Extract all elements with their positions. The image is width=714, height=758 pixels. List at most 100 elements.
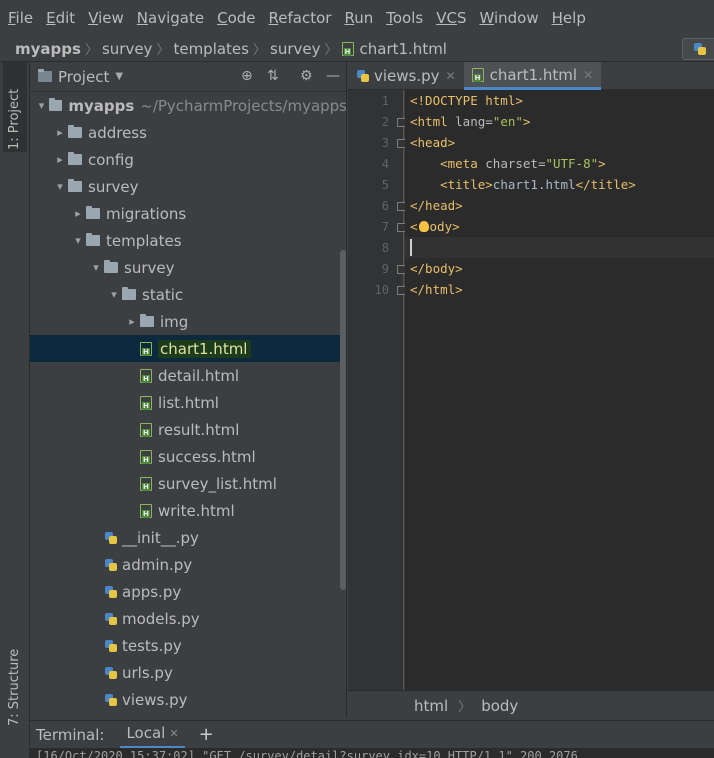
code-token: ody> [429,219,460,234]
folder-icon [68,179,82,192]
close-icon[interactable]: ✕ [446,69,456,83]
tree-file-item[interactable]: write.html [30,497,346,524]
close-icon[interactable]: ✕ [583,68,593,82]
chevron-down-icon[interactable]: ▾ [34,99,49,112]
structure-tool-tab[interactable]: 7: Structure [3,640,27,730]
editor-breadcrumb-html[interactable]: html [414,697,448,715]
menu-item[interactable]: VCS [436,9,466,27]
tree-item-label: __init__.py [122,528,199,547]
line-number: 5 [381,178,389,192]
locate-file-icon[interactable]: ⊕ [241,68,253,84]
editor-tab[interactable]: views.py ✕ [348,62,464,90]
code-line: <head> [410,135,455,150]
run-configuration-selector[interactable] [682,38,714,60]
folder-icon [86,233,100,246]
html-file-icon [140,422,152,437]
tree-file-item[interactable]: list.html [30,389,346,416]
tree-folder-item[interactable]: ▾ survey [30,254,346,281]
tree-item-label: templates [106,231,182,250]
menu-item[interactable]: Navigate [137,9,204,27]
chevron-down-icon[interactable]: ▾ [70,234,86,247]
new-terminal-icon[interactable]: + [199,724,214,745]
close-icon[interactable]: ✕ [169,727,178,740]
code-token: </body> [410,261,463,276]
code-line: </head> [410,198,463,213]
python-file-icon [104,531,118,545]
code-token: chart1.html [492,177,576,192]
breadcrumb-project[interactable]: myapps [15,40,81,58]
tree-item-label: models.py [122,609,200,628]
tree-file-item[interactable]: __init__.py [30,524,346,551]
breadcrumb-templates[interactable]: templates [173,40,249,58]
menu-item[interactable]: File [8,9,33,27]
code-token: > [598,156,606,171]
lightbulb-icon[interactable] [418,221,429,232]
terminal-bar: Terminal: Local ✕ + [30,720,714,749]
tree-item-label: chart1.html [158,339,252,358]
tree-file-item[interactable]: result.html [30,416,346,443]
terminal-output[interactable]: [16/Oct/2020 15:37:02] "GET /survey/deta… [30,748,714,758]
menu-item[interactable]: Code [217,9,255,27]
tree-file-item[interactable]: chart1.html [30,335,346,362]
breadcrumb-survey-sub[interactable]: survey [270,40,320,58]
scrollbar-thumb[interactable] [340,250,346,590]
tree-folder-item[interactable]: ▸ address [30,119,346,146]
python-file-icon [104,558,118,572]
menu-bar: File Edit View Navigate Code Refactor Run Tools… [0,0,714,36]
menu-item[interactable]: Edit [46,9,75,27]
line-number: 7 [381,220,389,234]
terminal-tab-local[interactable]: Local ✕ [120,721,185,749]
tree-file-item[interactable]: tests.py [30,632,346,659]
python-file-icon [356,69,370,83]
menu-item[interactable]: Window [479,9,538,27]
line-number: 2 [381,115,389,129]
tree-file-item[interactable]: success.html [30,443,346,470]
tree-file-item[interactable]: detail.html [30,362,346,389]
chevron-right-icon[interactable]: ▸ [124,315,140,328]
gear-icon[interactable]: ⚙ [300,68,313,84]
menu-item[interactable]: Refactor [269,9,332,27]
text-caret [410,239,412,256]
tree-folder-item[interactable]: ▾ static [30,281,346,308]
tree-file-item[interactable]: models.py [30,605,346,632]
editor-tab[interactable]: chart1.html ✕ [463,62,602,90]
menu-item[interactable]: Help [552,9,586,27]
tree-file-item[interactable]: apps.py [30,578,346,605]
tree-file-item[interactable]: views.py [30,686,346,713]
chevron-right-icon[interactable]: ▸ [70,207,86,220]
tree-folder-item[interactable]: ▾ myapps ~/PycharmProjects/myapps [30,92,346,119]
tree-file-item[interactable]: admin.py [30,551,346,578]
line-number: 4 [381,157,389,171]
tree-folder-item[interactable]: ▾ templates [30,227,346,254]
tree-file-item[interactable]: urls.py [30,659,346,686]
editor-breadcrumb: html 〉 body [348,690,714,720]
chevron-down-icon[interactable]: ▾ [106,288,122,301]
hide-panel-icon[interactable]: — [326,68,340,84]
code-line: <html lang="en"> [410,114,530,129]
tree-folder-item[interactable]: ▾ survey [30,173,346,200]
menu-item[interactable]: Tools [386,9,423,27]
tree-item-label: tests.py [122,636,182,655]
collapse-all-icon[interactable]: ⇅ [267,68,279,84]
folder-icon [122,287,136,300]
breadcrumb-survey[interactable]: survey [102,40,152,58]
code-editor[interactable]: <!DOCTYPE html> <html lang="en"> <head> <m… [405,90,714,690]
breadcrumb-file[interactable]: chart1.html [360,40,447,58]
project-tool-tab[interactable]: 1: Project [3,62,27,152]
tree-item-label: result.html [158,420,240,439]
chevron-right-icon[interactable]: ▸ [52,126,68,139]
tree-item-label: survey [88,177,139,196]
chevron-down-icon[interactable]: ▾ [88,261,104,274]
terminal-label: Terminal: [36,725,105,744]
chevron-down-icon[interactable]: ▼ [115,71,123,82]
menu-item[interactable]: View [88,9,124,27]
editor-breadcrumb-body[interactable]: body [481,697,518,715]
menu-item[interactable]: Run [344,9,373,27]
project-view-selector[interactable]: Project [58,68,109,86]
tree-folder-item[interactable]: ▸ migrations [30,200,346,227]
tree-folder-item[interactable]: ▸ img [30,308,346,335]
chevron-down-icon[interactable]: ▾ [52,180,68,193]
tree-file-item[interactable]: survey_list.html [30,470,346,497]
chevron-right-icon[interactable]: ▸ [52,153,68,166]
tree-folder-item[interactable]: ▸ config [30,146,346,173]
